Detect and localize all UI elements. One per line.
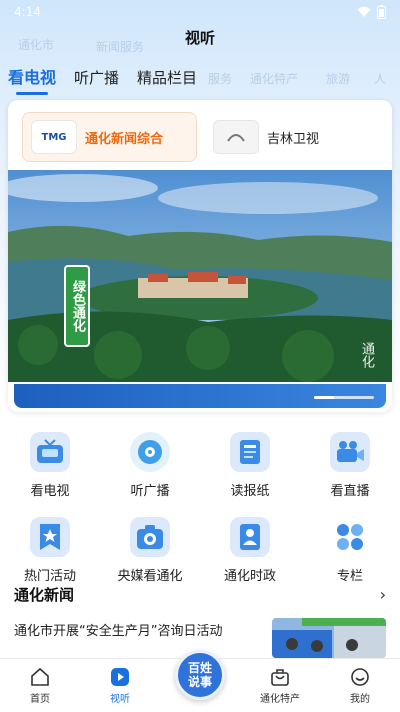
play-icon — [111, 667, 129, 686]
grid-item-tv[interactable]: 看电视 — [0, 432, 100, 499]
nav-home[interactable]: 首页 — [0, 667, 80, 705]
jilin-tv-logo — [213, 120, 259, 154]
grid-item-radio[interactable]: 听广播 — [100, 432, 200, 499]
channel-name: 通化新闻综合 — [85, 131, 164, 147]
tv-card: TMG 通化新闻综合 吉林卫视 绿色通化 通化 — [8, 100, 392, 412]
grid-label: 看电视 — [30, 484, 70, 499]
page-title: 视听 — [184, 29, 215, 47]
grid-label: 看直播 — [330, 484, 370, 499]
channel-selector: TMG 通化新闻综合 吉林卫视 — [22, 112, 378, 162]
grid-label: 听广播 — [130, 484, 170, 499]
ghost-text: 通化特产 — [250, 72, 299, 86]
quick-grid: 看电视 听广播 读报纸 看直播 热门活动 央媒看通化 通化时政 专栏 — [0, 432, 400, 584]
grid-label: 央媒看通化 — [117, 569, 183, 584]
chevron-right-icon[interactable]: › — [380, 585, 386, 604]
grid-label: 读报纸 — [230, 484, 270, 499]
nav-media[interactable]: 视听 — [80, 667, 160, 705]
channel-name: 吉林卫视 — [267, 131, 320, 147]
tab-featured[interactable]: 精品栏目 — [137, 67, 197, 92]
battery-icon — [377, 5, 386, 19]
camera-lens-icon — [130, 517, 170, 557]
news-thumbnail — [272, 618, 386, 658]
camera-icon — [330, 432, 370, 472]
newspaper-icon — [230, 432, 270, 472]
home-icon — [31, 667, 49, 686]
star-flag-icon — [30, 517, 70, 557]
video-badge: 绿色通化 — [64, 265, 90, 347]
grid-item-politics[interactable]: 通化时政 — [200, 517, 300, 584]
ghost-text: 人 — [374, 72, 387, 86]
status-icons — [357, 5, 386, 19]
video-progress-strip — [14, 384, 386, 408]
tv-icon — [30, 432, 70, 472]
center-badge-text: 百姓说事 — [187, 660, 212, 689]
grid-item-central-media[interactable]: 央媒看通化 — [100, 517, 200, 584]
grid-item-newspaper[interactable]: 读报纸 — [200, 432, 300, 499]
grid-label: 通化时政 — [223, 569, 276, 584]
jilin-logo-icon — [227, 134, 245, 142]
radio-icon — [130, 432, 170, 472]
channel-tonghua-news[interactable]: TMG 通化新闻综合 — [22, 112, 197, 162]
ghost-text: 旅游 — [326, 72, 351, 86]
tab-tv[interactable]: 看电视 — [8, 64, 56, 95]
nav-label: 通化特产 — [260, 693, 300, 705]
tmg-logo-text: TMG — [41, 131, 67, 143]
video-watermark: 通化 — [359, 342, 374, 368]
shopping-bag-icon — [271, 668, 289, 686]
news-section-header: 通化新闻 › — [14, 584, 386, 605]
nav-label: 首页 — [30, 693, 50, 705]
person-id-icon — [230, 517, 270, 557]
status-bar: 4:14 — [0, 0, 400, 24]
grid-item-events[interactable]: 热门活动 — [0, 517, 100, 584]
channel-jilin-tv[interactable]: 吉林卫视 — [205, 112, 378, 162]
news-section-title: 通化新闻 — [14, 586, 75, 604]
grid-item-live[interactable]: 看直播 — [300, 432, 400, 499]
wifi-icon — [357, 6, 371, 17]
dots-grid-icon — [330, 517, 370, 557]
tmg-logo: TMG — [31, 120, 77, 154]
media-tabs: 看电视 听广播 精品栏目 — [8, 64, 197, 95]
nav-center[interactable]: 百姓说事 — [160, 649, 240, 700]
bottom-nav: 首页 视听 百姓说事 通化特产 我的 — [0, 649, 400, 712]
status-time: 4:14 — [14, 5, 41, 19]
grid-label: 专栏 — [336, 569, 363, 584]
center-badge: 百姓说事 — [175, 649, 225, 700]
smile-icon — [351, 667, 369, 686]
tab-radio[interactable]: 听广播 — [74, 67, 119, 92]
nav-label: 视听 — [110, 693, 130, 705]
nav-label: 我的 — [350, 693, 370, 705]
nav-specialty[interactable]: 通化特产 — [240, 667, 320, 705]
video-player[interactable]: 绿色通化 通化 — [8, 170, 392, 382]
grid-label: 热门活动 — [23, 569, 76, 584]
nav-profile[interactable]: 我的 — [320, 667, 400, 705]
grid-item-column[interactable]: 专栏 — [300, 517, 400, 584]
ghost-text: 服务 — [208, 72, 233, 86]
progress-bar[interactable] — [314, 396, 374, 399]
progress-fill — [314, 396, 334, 399]
